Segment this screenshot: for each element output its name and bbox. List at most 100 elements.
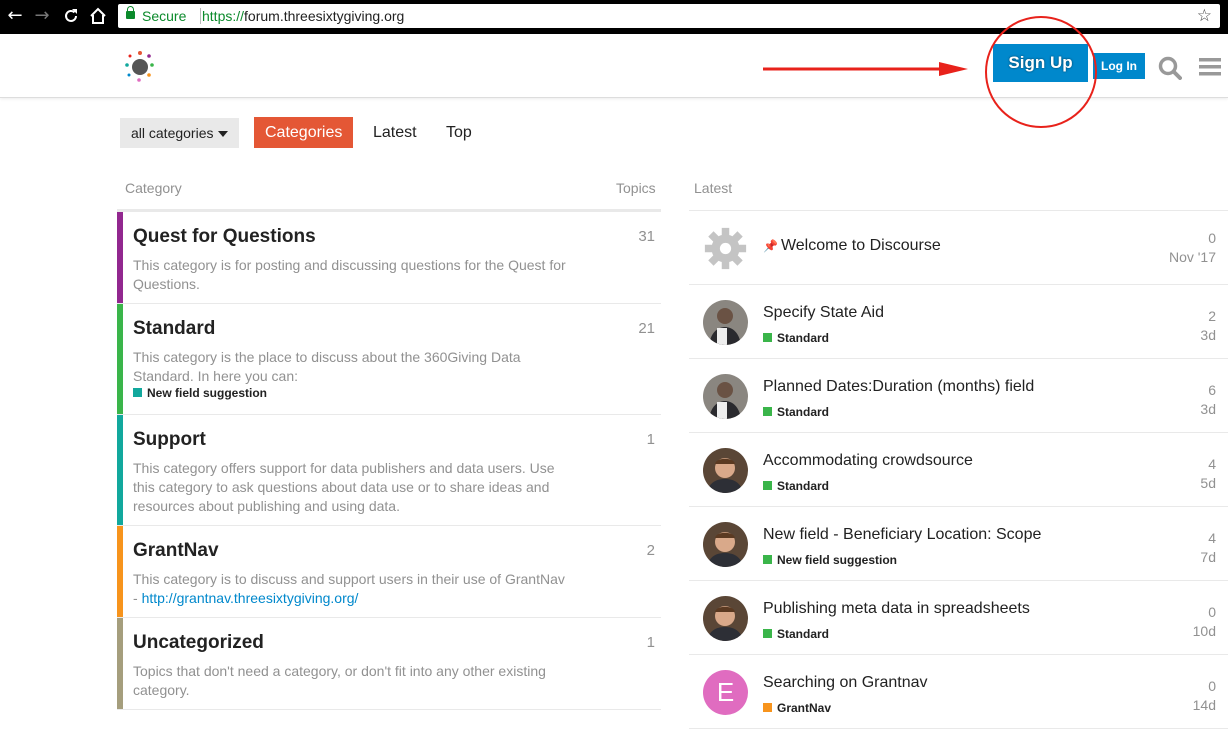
- category-row[interactable]: Uncategorized Topics that don't need a c…: [117, 618, 661, 710]
- category-column-header: Category: [125, 180, 182, 196]
- bookmark-star-icon[interactable]: ☆: [1197, 6, 1212, 26]
- topic-row[interactable]: Publishing meta data in spreadsheets Sta…: [689, 581, 1228, 655]
- user-avatar[interactable]: [703, 596, 748, 641]
- category-topic-count: 2: [646, 542, 655, 559]
- topic-title[interactable]: Specify State Aid: [763, 304, 884, 322]
- user-avatar[interactable]: [703, 522, 748, 567]
- login-button[interactable]: Log In: [1093, 53, 1145, 79]
- category-description: This category offers support for data pu…: [133, 460, 555, 514]
- latest-column-header: Latest: [694, 180, 733, 196]
- topic-age[interactable]: 7d: [1200, 549, 1216, 565]
- annotation-circle: [985, 16, 1097, 128]
- category-topic-count: 31: [638, 228, 655, 245]
- topic-age[interactable]: 3d: [1200, 327, 1216, 343]
- topic-title[interactable]: Planned Dates:Duration (months) field: [763, 378, 1034, 396]
- category-color-square: [763, 481, 772, 490]
- topic-category-label: Standard: [777, 331, 830, 345]
- reply-count: 2: [1208, 308, 1216, 324]
- reply-count: 6: [1208, 382, 1216, 398]
- annotation-arrow: [763, 62, 968, 76]
- reply-count: 0: [1208, 604, 1216, 620]
- category-title[interactable]: Uncategorized: [133, 632, 264, 654]
- topic-title[interactable]: New field - Beneficiary Location: Scope: [763, 526, 1041, 544]
- topic-category[interactable]: New field suggestion: [763, 553, 897, 567]
- topic-row[interactable]: Planned Dates:Duration (months) field St…: [689, 359, 1228, 433]
- category-title[interactable]: Support: [133, 429, 206, 451]
- topic-category-label: New field suggestion: [777, 553, 898, 567]
- home-icon[interactable]: [87, 5, 109, 27]
- hamburger-menu-icon[interactable]: [1199, 56, 1221, 78]
- category-dropdown[interactable]: all categories: [120, 118, 239, 148]
- topic-row[interactable]: Accommodating crowdsource Standard 4 5d: [689, 433, 1228, 507]
- category-dropdown-label: all categories: [131, 125, 214, 141]
- topic-age[interactable]: 14d: [1193, 697, 1216, 713]
- category-color-bar: [117, 304, 123, 414]
- tab-latest[interactable]: Latest: [373, 117, 417, 148]
- subcategory-link[interactable]: New field suggestion: [133, 386, 267, 400]
- topic-category-label: GrantNav: [777, 701, 832, 715]
- category-row[interactable]: GrantNav This category is to discuss and…: [117, 526, 661, 618]
- topic-category-label: Standard: [777, 479, 830, 493]
- site-logo[interactable]: [118, 48, 158, 84]
- topic-category[interactable]: Standard: [763, 405, 829, 419]
- category-row[interactable]: Quest for Questions This category is for…: [117, 212, 661, 304]
- user-avatar[interactable]: [703, 448, 748, 493]
- topics-column-header: Topics: [616, 180, 656, 196]
- category-color-bar: [117, 212, 123, 303]
- topic-row[interactable]: Specify State Aid Standard 2 3d: [689, 285, 1228, 359]
- topic-category[interactable]: Standard: [763, 331, 829, 345]
- topic-category[interactable]: Standard: [763, 627, 829, 641]
- topic-age[interactable]: Nov '17: [1169, 249, 1216, 265]
- topic-title[interactable]: Publishing meta data in spreadsheets: [763, 600, 1030, 618]
- category-topic-count: 1: [646, 431, 655, 448]
- url-text: https://forum.threesixtygiving.org: [202, 8, 404, 24]
- topic-title[interactable]: Accommodating crowdsource: [763, 452, 973, 470]
- category-description: This category is for posting and discuss…: [133, 257, 566, 292]
- topic-title[interactable]: 📌 Welcome to Discourse: [763, 237, 941, 255]
- search-icon[interactable]: [1158, 56, 1182, 80]
- user-avatar[interactable]: [703, 300, 748, 345]
- reply-count: 0: [1208, 230, 1216, 246]
- category-color-square: [763, 629, 772, 638]
- letter-avatar[interactable]: E: [703, 670, 748, 715]
- topic-row[interactable]: New field - Beneficiary Location: Scope …: [689, 507, 1228, 581]
- category-description: Topics that don't need a category, or do…: [133, 663, 546, 698]
- category-title[interactable]: Standard: [133, 318, 215, 340]
- topic-row[interactable]: 📌 Welcome to Discourse 0 Nov '17: [689, 211, 1228, 285]
- category-description: This category is the place to discuss ab…: [133, 349, 521, 384]
- reload-icon[interactable]: [60, 5, 82, 27]
- topic-category-label: Standard: [777, 627, 830, 641]
- tab-categories[interactable]: Categories: [254, 117, 354, 148]
- topic-row[interactable]: E Searching on Grantnav GrantNav 0 14d: [689, 655, 1228, 729]
- subcategory-label: New field suggestion: [147, 386, 268, 400]
- category-description: This category is to discuss and support …: [133, 570, 573, 608]
- url-host: forum.threesixtygiving.org: [244, 8, 405, 24]
- category-color-square: [763, 703, 772, 712]
- subcategory-color-square: [133, 388, 142, 397]
- category-topic-count: 21: [638, 320, 655, 337]
- category-title[interactable]: GrantNav: [133, 540, 219, 562]
- category-row[interactable]: Standard This category is the place to d…: [117, 304, 661, 415]
- topic-title-text: Welcome to Discourse: [780, 237, 941, 254]
- topic-age[interactable]: 10d: [1193, 623, 1216, 639]
- topic-age[interactable]: 3d: [1200, 401, 1216, 417]
- topic-title[interactable]: Searching on Grantnav: [763, 674, 928, 692]
- topic-category[interactable]: GrantNav: [763, 701, 831, 715]
- category-topic-count: 1: [646, 634, 655, 651]
- tab-top[interactable]: Top: [446, 117, 472, 148]
- back-arrow-icon[interactable]: ←: [4, 5, 26, 27]
- grantnav-link[interactable]: http://grantnav.threesixtygiving.org/: [142, 590, 359, 606]
- category-color-square: [763, 407, 772, 416]
- user-avatar[interactable]: [703, 374, 748, 419]
- topic-category[interactable]: Standard: [763, 479, 829, 493]
- forward-arrow-icon[interactable]: →: [31, 5, 53, 27]
- reply-count: 0: [1208, 678, 1216, 694]
- topic-category-label: Standard: [777, 405, 830, 419]
- category-row[interactable]: Support This category offers support for…: [117, 415, 661, 526]
- category-title[interactable]: Quest for Questions: [133, 226, 316, 248]
- url-protocol: https://: [202, 8, 245, 24]
- topic-age[interactable]: 5d: [1200, 475, 1216, 491]
- category-color-bar: [117, 526, 123, 617]
- caret-down-icon: [217, 131, 228, 138]
- secure-label: Secure: [142, 8, 187, 24]
